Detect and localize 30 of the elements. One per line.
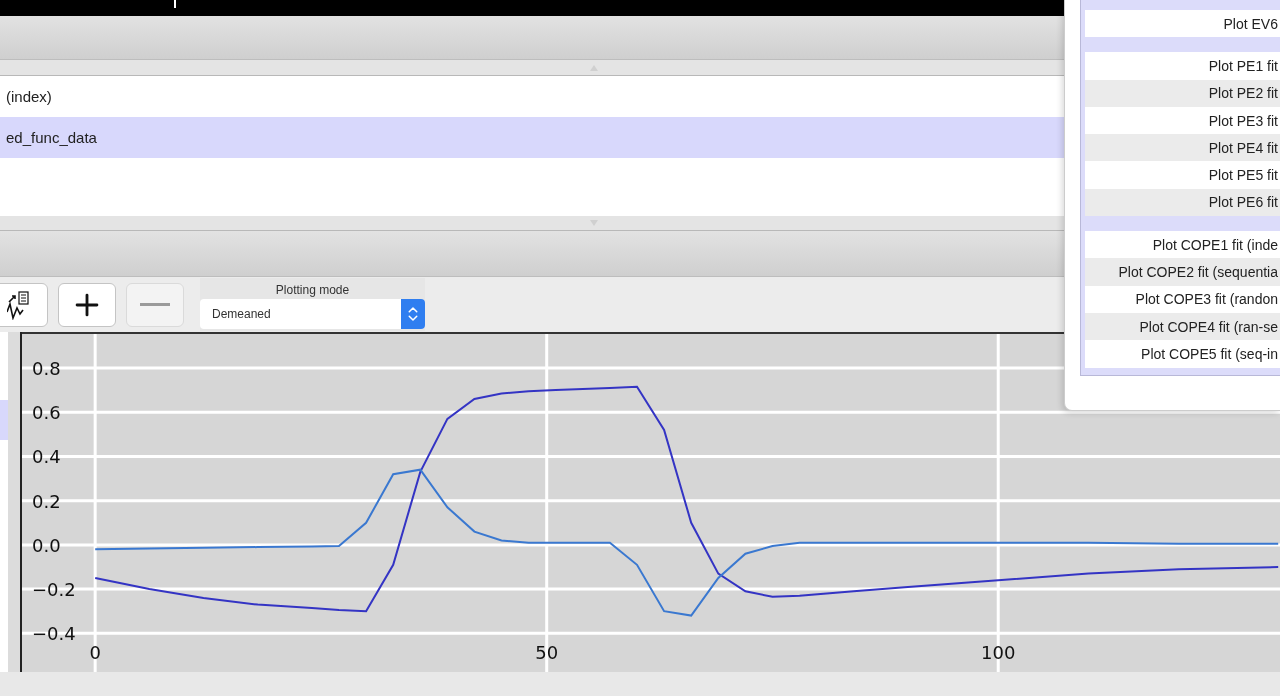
plot-option[interactable]: Plot COPE1 fit (inde (1085, 231, 1280, 259)
plot-option[interactable]: Plot COPE3 fit (randon (1085, 285, 1280, 313)
x-tick-label: 0 (89, 642, 101, 663)
splitter[interactable] (8, 332, 22, 672)
waveform-document-icon (7, 289, 31, 320)
plotting-mode-label: Plotting mode (275, 283, 350, 297)
add-button[interactable] (58, 282, 116, 327)
y-tick-label: 0.4 (32, 446, 61, 468)
x-tick-label: 50 (535, 642, 559, 663)
plotting-mode-select[interactable]: Demeaned (200, 299, 425, 329)
plot-option[interactable]: Plot PE6 fit (1085, 188, 1280, 217)
plot-option[interactable]: Plot PE2 fit (1085, 79, 1280, 107)
plot-option[interactable]: Plot COPE4 fit (ran-se (1085, 312, 1280, 341)
y-tick-label: 0.2 (32, 490, 61, 512)
y-tick-label: 0.0 (32, 534, 61, 556)
plot-button[interactable] (0, 282, 48, 327)
y-tick-label: −0.2 (32, 579, 76, 601)
minus-icon (140, 303, 170, 306)
plot-option[interactable]: Plot COPE5 fit (seq-in (1085, 340, 1280, 368)
y-tick-label: 0.8 (32, 358, 61, 380)
plot-option[interactable]: Plot PE1 fit (1085, 52, 1280, 80)
y-tick-label: −0.4 (32, 623, 76, 645)
plot-option[interactable]: Plot PE4 fit (1085, 134, 1280, 162)
plot-option[interactable]: Plot COPE2 fit (sequentia (1085, 258, 1280, 286)
x-tick-label: 100 (981, 642, 1016, 663)
plot-option[interactable]: Plot PE3 fit (1085, 106, 1280, 135)
y-tick-label: 0.6 (32, 402, 61, 424)
plot-option[interactable]: Plot EV6 (1085, 10, 1280, 38)
text-cursor (174, 0, 176, 8)
plot-option[interactable]: Plot PE5 fit (1085, 161, 1280, 189)
